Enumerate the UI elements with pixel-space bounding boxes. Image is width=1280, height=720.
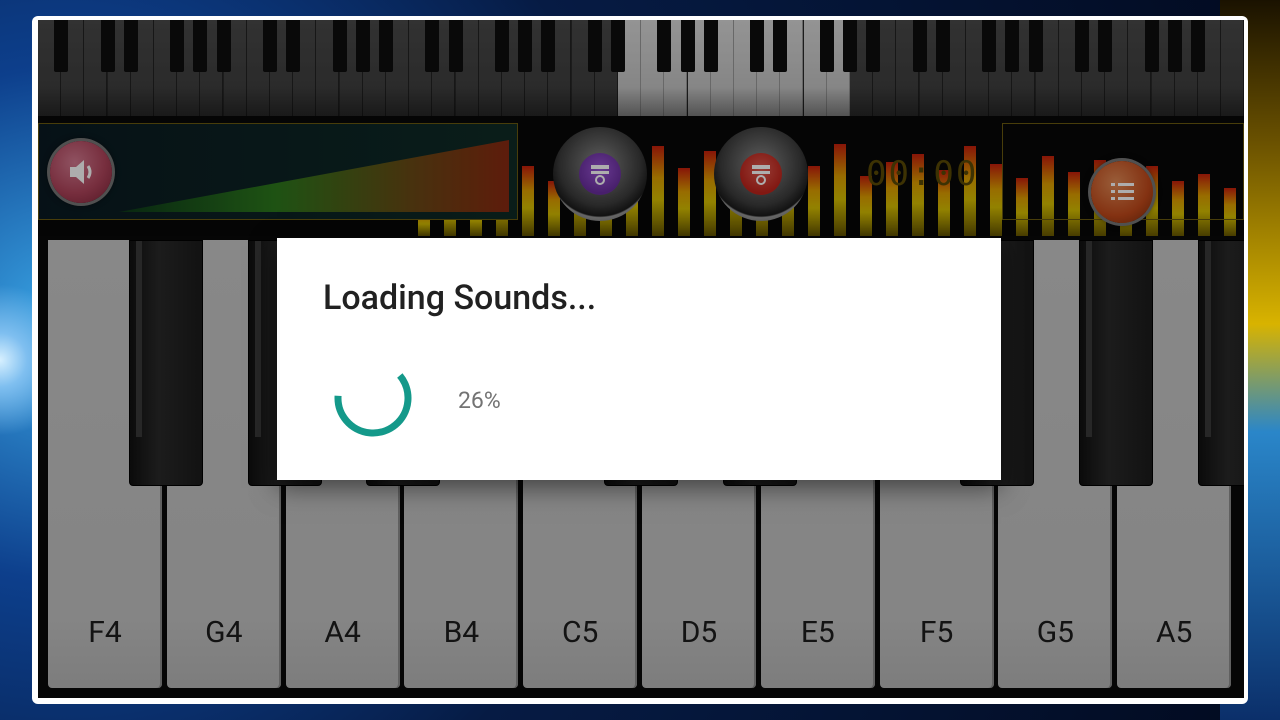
progress-percentage: 26% (458, 387, 501, 414)
loading-spinner-icon (334, 359, 412, 437)
loading-dialog: Loading Sounds... 26% (277, 238, 1001, 480)
dialog-title: Loading Sounds... (323, 278, 597, 318)
